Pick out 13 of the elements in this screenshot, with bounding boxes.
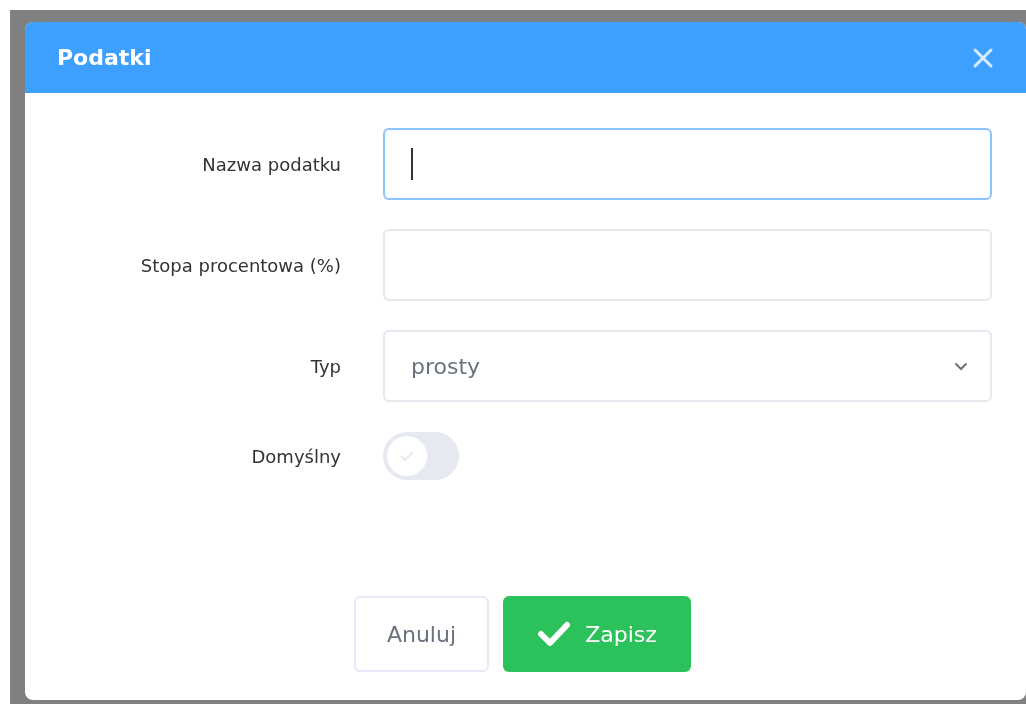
check-icon: [399, 450, 415, 462]
input-field[interactable]: [383, 128, 992, 200]
field-label: Domyślny: [250, 445, 341, 467]
close-icon[interactable]: [972, 46, 994, 69]
select-field[interactable]: prosty: [383, 330, 992, 402]
check-icon: [537, 621, 572, 647]
toggle-switch[interactable]: [383, 432, 459, 480]
field-label: Typ: [309, 355, 341, 377]
dialog-title: Podatki: [57, 45, 152, 70]
chevron-down-icon: [954, 361, 968, 371]
field-label: Nazwa podatku: [201, 153, 341, 175]
cancel-button[interactable]: Anuluj: [354, 596, 489, 672]
field-label: Stopa procentowa (%): [139, 254, 341, 276]
